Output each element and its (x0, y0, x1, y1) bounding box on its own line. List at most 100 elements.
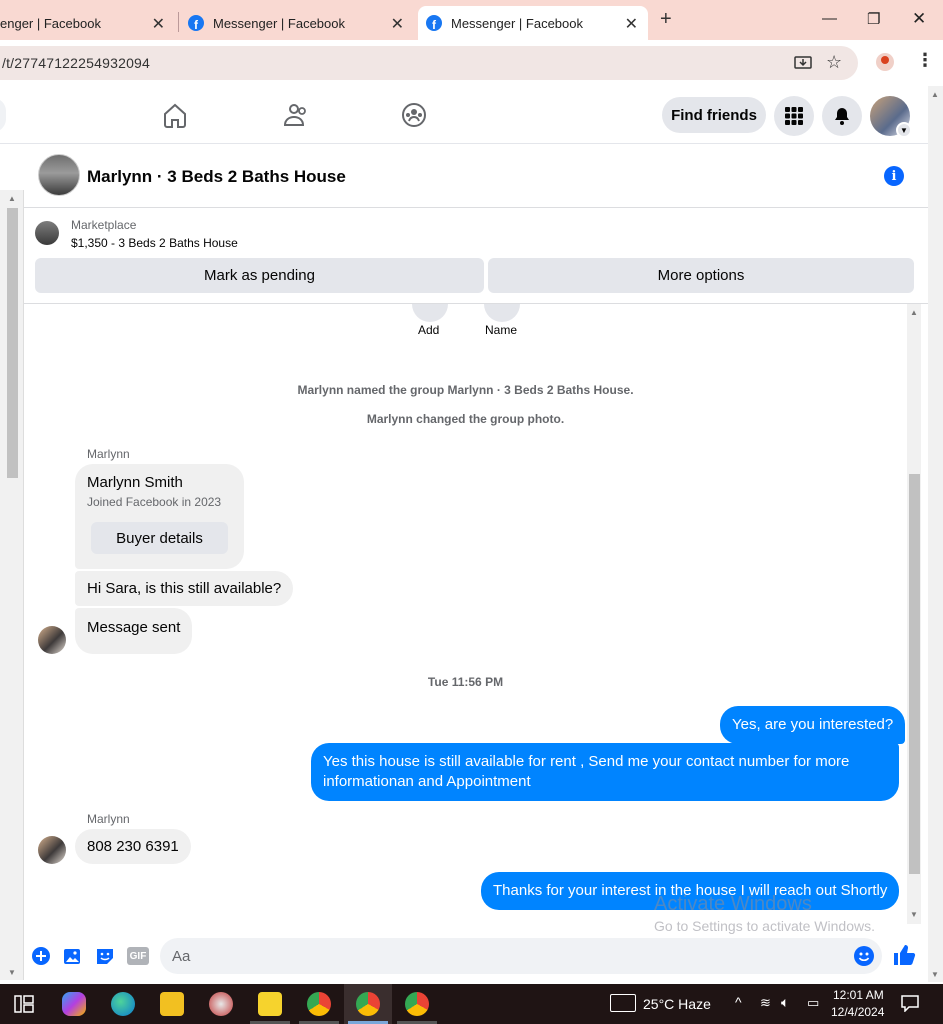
buyer-details-button[interactable]: Buyer details (91, 522, 228, 554)
scrollbar-thumb[interactable] (909, 474, 920, 874)
facebook-favicon-icon: f (188, 15, 204, 31)
system-message: Marlynn changed the group photo. (366, 412, 565, 426)
scroll-up-icon[interactable]: ▲ (910, 308, 918, 317)
tab-title: enger | Facebook (0, 15, 101, 31)
buyer-name: Marlynn Smith (87, 474, 183, 491)
sender-name: Marlynn (87, 447, 130, 461)
page-scrollbar[interactable]: ▲ ▼ (928, 86, 943, 982)
close-tab-icon[interactable]: ✕ (391, 14, 404, 34)
sender-avatar[interactable] (38, 836, 66, 864)
find-friends-button[interactable]: Find friends (662, 97, 766, 133)
install-app-icon[interactable] (794, 54, 812, 77)
add-label: Add (418, 323, 440, 337)
notification-center-icon[interactable] (900, 994, 920, 1013)
info-icon[interactable]: i (884, 166, 904, 186)
speaker-icon[interactable]: 🔈︎ (781, 994, 789, 1011)
gif-icon[interactable]: GIF (127, 947, 149, 965)
conversation-header: Marlynn · 3 Beds 2 Baths House i (24, 144, 928, 208)
scroll-down-icon[interactable]: ▼ (931, 970, 939, 979)
emoji-icon[interactable] (854, 946, 874, 966)
task-view-icon[interactable] (12, 992, 36, 1016)
listing-thumbnail[interactable] (35, 221, 59, 245)
paint-icon[interactable] (209, 992, 233, 1016)
restore-icon[interactable]: ❐ (867, 10, 880, 28)
browser-tab-2[interactable]: f Messenger | Facebook ✕ (180, 6, 414, 40)
browser-tab-1[interactable]: enger | Facebook ✕ (0, 6, 175, 40)
weather-text[interactable]: 25°C Haze (643, 996, 711, 1012)
weather-widget-icon[interactable] (610, 994, 636, 1012)
scroll-down-icon[interactable]: ▼ (910, 910, 918, 919)
copilot-icon[interactable] (62, 992, 86, 1016)
chat-scrollbar[interactable]: ▲ ▼ (907, 304, 921, 924)
sender-name: Marlynn (87, 812, 130, 826)
sticker-icon[interactable] (95, 946, 115, 966)
wifi-icon[interactable]: ≋ (760, 995, 771, 1011)
more-options-button[interactable]: More options (488, 258, 914, 293)
buyer-joined: Joined Facebook in 2023 (87, 495, 222, 509)
message-composer: GIF (24, 934, 928, 982)
message-thread: Add Name Marlynn named the group Marlynn… (24, 304, 907, 934)
browser-menu-icon[interactable]: ⋮ (916, 50, 934, 71)
clock-time[interactable]: 12:01 AM (833, 988, 884, 1002)
edge-browser-icon[interactable] (111, 992, 135, 1016)
browser-tab-3-active[interactable]: f Messenger | Facebook ✕ (418, 6, 648, 40)
close-tab-icon[interactable]: ✕ (152, 14, 165, 34)
friends-icon[interactable] (280, 100, 310, 130)
photo-attach-icon[interactable] (63, 946, 83, 966)
chrome-active-icon[interactable] (356, 992, 380, 1016)
close-tab-icon[interactable]: ✕ (625, 14, 638, 34)
clock-date[interactable]: 12/4/2024 (831, 1005, 884, 1019)
chrome-profile-c-icon[interactable] (405, 992, 429, 1016)
conversation-title[interactable]: Marlynn · 3 Beds 2 Baths House (87, 167, 346, 187)
chevron-down-icon[interactable]: ▼ (896, 122, 912, 138)
add-people-icon[interactable] (412, 304, 448, 322)
groups-icon[interactable] (399, 100, 429, 130)
message-timestamp: Tue 11:56 PM (427, 675, 504, 689)
facebook-top-nav: Find friends ▼ (0, 86, 928, 144)
new-tab-icon[interactable]: + (660, 8, 672, 31)
more-actions-plus-icon[interactable] (31, 946, 51, 966)
minimize-icon[interactable]: — (822, 10, 837, 27)
scrollbar-thumb[interactable] (7, 208, 18, 478)
incoming-message[interactable]: 808 230 6391 (75, 829, 191, 864)
address-bar: /t/27747122254932094 ☆ ⋮ (0, 40, 943, 86)
left-scrollbar[interactable]: ▲ ▼ (0, 190, 24, 980)
battery-icon[interactable]: ▭ (807, 995, 819, 1011)
buyer-info-card: Marlynn Smith Joined Facebook in 2023 Bu… (75, 464, 244, 569)
home-icon[interactable] (160, 100, 190, 130)
windows-taskbar: 25°C Haze ^ ≋ 🔈︎ ▭ 12:01 AM 12/4/2024 (0, 984, 943, 1024)
sticky-notes-icon[interactable] (258, 992, 282, 1016)
outgoing-message[interactable]: Yes, are you interested? (720, 706, 906, 744)
sender-avatar[interactable] (38, 626, 66, 654)
scroll-up-icon[interactable]: ▲ (8, 194, 16, 203)
message-input[interactable] (160, 938, 882, 974)
name-group-icon[interactable] (484, 304, 520, 322)
url-field[interactable]: /t/27747122254932094 ☆ (0, 46, 858, 80)
notifications-bell-icon[interactable] (822, 96, 862, 136)
tab-title: Messenger | Facebook (213, 15, 345, 31)
search-field-partial[interactable] (0, 98, 6, 132)
listing-price-title[interactable]: $1,350 - 3 Beds 2 Baths House (71, 236, 238, 250)
scroll-up-icon[interactable]: ▲ (931, 90, 939, 99)
incoming-message[interactable]: Message sent (75, 608, 193, 654)
name-label: Name (485, 323, 518, 337)
browser-tab-bar: enger | Facebook ✕ f Messenger | Faceboo… (0, 0, 943, 40)
outgoing-message[interactable]: Yes this house is still available for re… (311, 743, 899, 801)
close-window-icon[interactable]: ✕ (912, 9, 926, 29)
like-thumb-icon[interactable] (892, 943, 916, 967)
browser-profile-icon[interactable] (876, 53, 894, 71)
file-explorer-icon[interactable] (160, 992, 184, 1016)
menu-grid-icon[interactable] (774, 96, 814, 136)
incoming-message[interactable]: Hi Sara, is this still available? (75, 571, 294, 606)
url-text: /t/27747122254932094 (2, 55, 151, 71)
bookmark-star-icon[interactable]: ☆ (826, 52, 842, 73)
show-hidden-icons-chevron-icon[interactable]: ^ (735, 994, 742, 1010)
facebook-favicon-icon: f (426, 15, 442, 31)
activate-windows-watermark: Activate Windows Go to Settings to activ… (654, 893, 875, 934)
watermark-title: Activate Windows (654, 893, 812, 915)
watermark-subtitle: Go to Settings to activate Windows. (654, 918, 875, 934)
scroll-down-icon[interactable]: ▼ (8, 968, 16, 977)
mark-as-pending-button[interactable]: Mark as pending (35, 258, 484, 293)
group-photo-avatar[interactable] (38, 154, 80, 196)
chrome-profile-a-icon[interactable] (307, 992, 331, 1016)
